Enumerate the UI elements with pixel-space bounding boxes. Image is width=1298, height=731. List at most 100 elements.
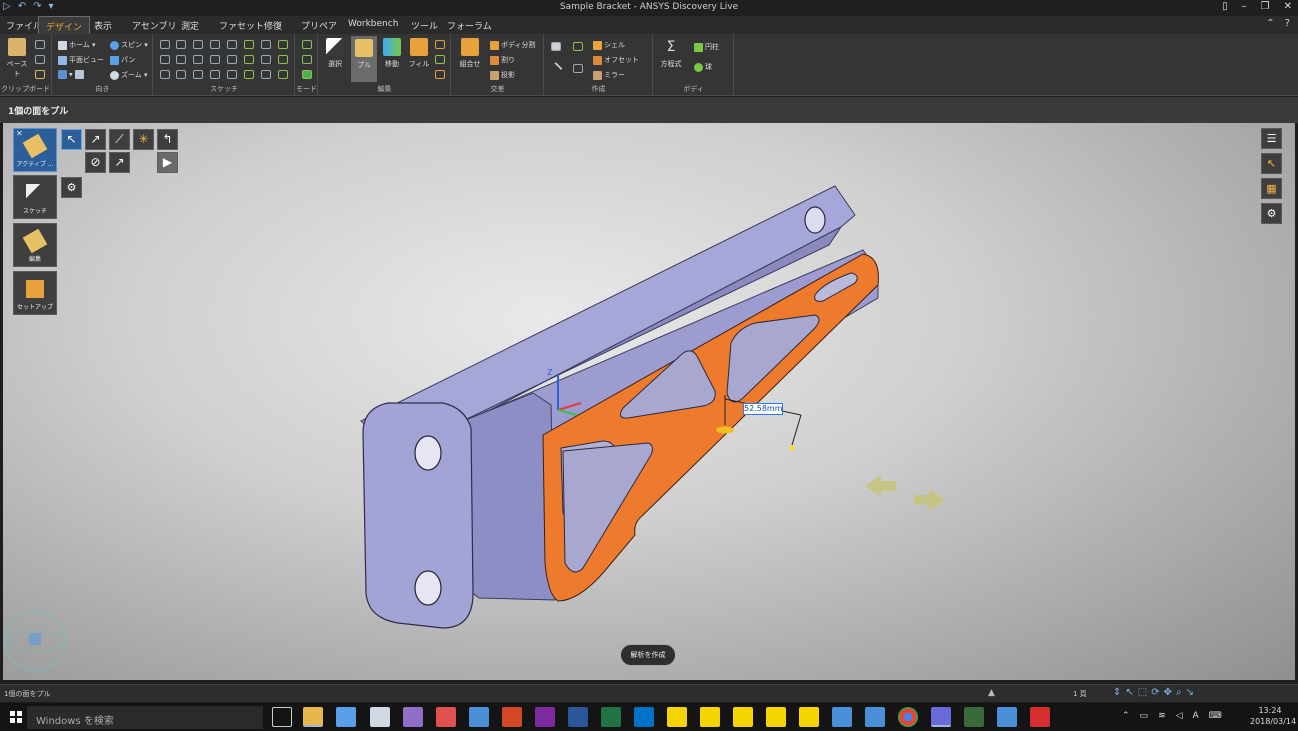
ime-indicator[interactable]: A	[1193, 711, 1199, 721]
app-icon-3[interactable]	[469, 707, 489, 727]
chamfer-icon[interactable]	[210, 70, 220, 79]
select-arrow-tool[interactable]: ↖	[61, 129, 82, 150]
discovery-live-icon[interactable]	[931, 707, 951, 727]
zoom-button[interactable]: ズーム ▾	[110, 70, 148, 80]
outlook-icon[interactable]	[634, 707, 654, 727]
anchor-point[interactable]	[789, 445, 795, 451]
fill-button[interactable]: フィル	[406, 38, 432, 69]
ime-mode-icon[interactable]: ⌨	[1209, 711, 1222, 721]
onenote-icon[interactable]	[535, 707, 555, 727]
equation-button[interactable]: Σ 方程式	[658, 38, 684, 69]
tab-tools[interactable]: ツール	[411, 19, 438, 32]
minimize-icon[interactable]: –	[1242, 1, 1247, 12]
split-curve-icon[interactable]	[227, 70, 237, 79]
format-painter-icon[interactable]	[35, 70, 45, 79]
sketch-pencil-icon[interactable]	[302, 40, 312, 49]
blend-icon[interactable]	[435, 40, 445, 49]
taskbar-clock[interactable]: 13:24 2018/03/14	[1250, 705, 1296, 727]
close-icon[interactable]: ✕	[1284, 1, 1292, 12]
sketch-tool-button[interactable]: スケッチ	[13, 175, 57, 219]
word-icon[interactable]	[568, 707, 588, 727]
view-cube-button[interactable]: ▾	[58, 70, 86, 79]
help-icon[interactable]: ▯	[1222, 1, 1228, 12]
three-point-circle-icon[interactable]	[193, 55, 203, 64]
home-view-button[interactable]: ホーム ▾	[58, 40, 96, 50]
tangent-arc-icon[interactable]	[244, 40, 254, 49]
offset-curve-icon[interactable]	[261, 55, 271, 64]
offset-button[interactable]: オフセット	[593, 55, 639, 65]
polygon-icon[interactable]	[160, 55, 170, 64]
copy-icon[interactable]	[35, 55, 45, 64]
pull-arrow-tool[interactable]: ↗	[85, 129, 106, 150]
revolve-tool[interactable]: ↰	[157, 129, 178, 150]
arc-icon[interactable]	[210, 40, 220, 49]
point-icon[interactable]	[227, 55, 237, 64]
status-rotate-icon[interactable]: ⟳	[1151, 687, 1159, 698]
path-tool[interactable]: ↗	[109, 152, 130, 173]
tab-design[interactable]: デザイン	[38, 16, 91, 34]
plane-icon[interactable]	[551, 42, 561, 51]
notepad-icon[interactable]	[370, 707, 390, 727]
task-view-icon[interactable]	[272, 707, 292, 727]
mount-hole-lower[interactable]	[414, 570, 442, 606]
volume-icon[interactable]: ◁	[1176, 711, 1183, 721]
pan-button[interactable]: パン	[110, 55, 135, 65]
help-question-icon[interactable]: ?	[1285, 18, 1290, 29]
split-body-button[interactable]: ボディ分割	[490, 40, 536, 50]
sun-tool[interactable]: ✳	[133, 129, 154, 150]
line-tool-icon[interactable]	[549, 61, 563, 76]
spin-button[interactable]: スピン ▾	[110, 40, 148, 50]
dimension-value-input[interactable]: 52.58mm	[743, 403, 783, 415]
three-point-rect-icon[interactable]	[176, 55, 186, 64]
windows-start-icon[interactable]	[10, 711, 22, 723]
status-zoom-icon[interactable]: ⌕	[1176, 687, 1182, 698]
tab-file[interactable]: ファイル	[6, 19, 42, 32]
shell-button[interactable]: シェル	[593, 40, 625, 50]
powerpoint-icon[interactable]	[502, 707, 522, 727]
status-nav-arrows-icon[interactable]: ⇕	[1113, 687, 1121, 698]
circle-icon[interactable]	[193, 40, 203, 49]
status-measure-icon[interactable]: ↘	[1186, 687, 1194, 698]
pull-button[interactable]: プル	[351, 36, 377, 82]
flange-hole-top[interactable]	[804, 206, 826, 234]
selection-filter-icon[interactable]: ↖	[1261, 153, 1282, 174]
taskbar-search-box[interactable]: Windows を検索	[27, 706, 263, 729]
status-pan-icon[interactable]: ✥	[1164, 687, 1172, 698]
extend-icon[interactable]	[244, 70, 254, 79]
active-tool-button[interactable]: ✕ アクティブ ...	[13, 128, 57, 172]
network-icon[interactable]: ▭	[1140, 711, 1149, 721]
line-icon[interactable]	[160, 40, 170, 49]
ansys-icon-5[interactable]	[799, 707, 819, 727]
status-box-select-icon[interactable]: ⬚	[1138, 687, 1147, 698]
ansys-icon-3[interactable]	[733, 707, 753, 727]
ansys-icon-2[interactable]	[700, 707, 720, 727]
bend-icon[interactable]	[244, 55, 254, 64]
file-explorer-icon[interactable]	[303, 707, 323, 727]
create-analysis-button[interactable]: 解析を作成	[620, 644, 676, 666]
appearance-icon[interactable]: ▦	[1261, 178, 1282, 199]
tweak-face-icon[interactable]	[435, 70, 445, 79]
pull-handle[interactable]	[716, 426, 734, 434]
tab-repair[interactable]: 修復	[264, 19, 282, 32]
app-icon-6[interactable]	[964, 707, 984, 727]
tab-measure[interactable]: 測定	[181, 19, 199, 32]
tab-workbench[interactable]: Workbench	[348, 19, 398, 29]
status-select-icon[interactable]: ↖	[1125, 687, 1133, 698]
tab-view[interactable]: 表示	[94, 19, 112, 32]
tab-forum[interactable]: フォーラム	[447, 19, 492, 32]
axis-icon[interactable]	[573, 42, 583, 51]
replace-icon[interactable]	[435, 55, 445, 64]
sweep-arc-icon[interactable]	[210, 55, 220, 64]
ansys-icon-1[interactable]	[667, 707, 687, 727]
construction-line-icon[interactable]	[160, 70, 170, 79]
section-icon[interactable]	[302, 55, 312, 64]
ellipse-icon[interactable]	[176, 70, 186, 79]
ansys-icon-4[interactable]	[766, 707, 786, 727]
paint-icon[interactable]	[403, 707, 423, 727]
combine-button[interactable]: 組合せ	[457, 38, 483, 69]
app-icon-2[interactable]	[436, 707, 456, 727]
sphere-button[interactable]: 球	[694, 62, 712, 72]
app-icon-7[interactable]	[997, 707, 1017, 727]
project-curve-icon[interactable]	[261, 70, 271, 79]
cut-icon[interactable]	[35, 40, 45, 49]
